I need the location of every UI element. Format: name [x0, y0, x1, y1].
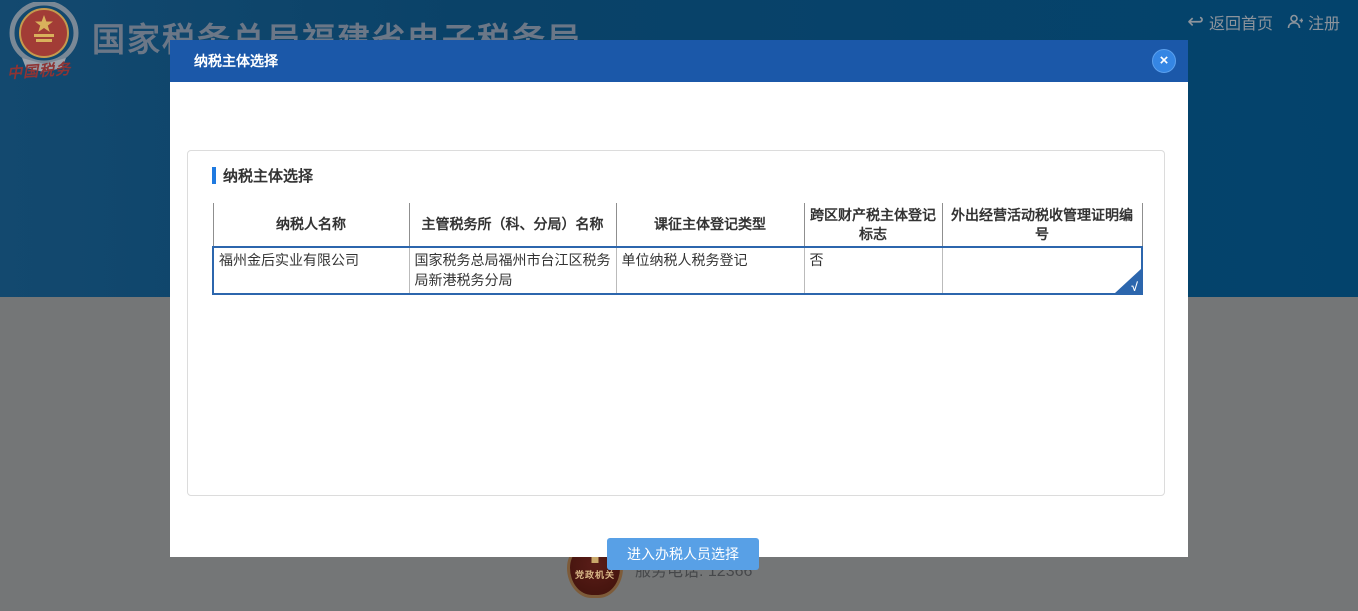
col-header-tax-office: 主管税务所（科、分局）名称	[409, 203, 616, 247]
cell-cross-region-flag: 否	[804, 247, 942, 294]
taxpayer-table: 纳税人名称 主管税务所（科、分局）名称 课征主体登记类型 跨区财产税主体登记标志…	[212, 203, 1143, 295]
col-header-taxpayer-name: 纳税人名称	[213, 203, 409, 247]
subject-selection-panel: 纳税主体选择 纳税人名称 主管税务所（科、分局）名称 课征主体登记类型 跨区财产…	[187, 150, 1165, 496]
back-home-label: 返回首页	[1209, 10, 1273, 34]
cell-taxpayer-name: 福州金后实业有限公司	[213, 247, 409, 294]
taxpayer-subject-dialog: 纳税主体选择 × 纳税主体选择 纳税人名称 主管税务所（科、分局）名称 课征主体…	[170, 40, 1188, 557]
close-icon[interactable]: ×	[1152, 49, 1176, 73]
col-header-cert-number: 外出经营活动税收管理证明编号	[942, 203, 1142, 247]
cell-cert-number: √	[942, 247, 1142, 294]
badge-label: 党政机关	[575, 568, 615, 595]
dialog-body: 纳税主体选择 纳税人名称 主管税务所（科、分局）名称 课征主体登记类型 跨区财产…	[170, 82, 1188, 557]
col-header-registration-type: 课征主体登记类型	[616, 203, 804, 247]
person-icon	[1287, 14, 1303, 30]
enter-tax-personnel-button[interactable]: 进入办税人员选择	[607, 538, 759, 570]
table-header-row: 纳税人名称 主管税务所（科、分局）名称 课征主体登记类型 跨区财产税主体登记标志…	[213, 203, 1142, 247]
col-header-cross-region-flag: 跨区财产税主体登记标志	[804, 203, 942, 247]
section-accent-bar	[212, 167, 216, 184]
back-home-link[interactable]: ↩ 返回首页	[1187, 10, 1273, 34]
cell-tax-office: 国家税务总局福州市台江区税务局新港税务分局	[409, 247, 616, 294]
register-link[interactable]: 注册	[1287, 10, 1340, 34]
section-header: 纳税主体选择	[212, 165, 313, 186]
table-row[interactable]: 福州金后实业有限公司 国家税务总局福州市台江区税务局新港税务分局 单位纳税人税务…	[213, 247, 1142, 294]
cell-registration-type: 单位纳税人税务登记	[616, 247, 804, 294]
dialog-titlebar: 纳税主体选择 ×	[170, 40, 1188, 82]
section-title: 纳税主体选择	[223, 165, 313, 186]
dialog-title: 纳税主体选择	[170, 51, 278, 71]
register-label: 注册	[1308, 10, 1340, 34]
top-nav: ↩ 返回首页 注册	[1187, 10, 1340, 34]
check-icon: √	[1131, 281, 1138, 293]
back-arrow-icon: ↩	[1187, 12, 1204, 32]
